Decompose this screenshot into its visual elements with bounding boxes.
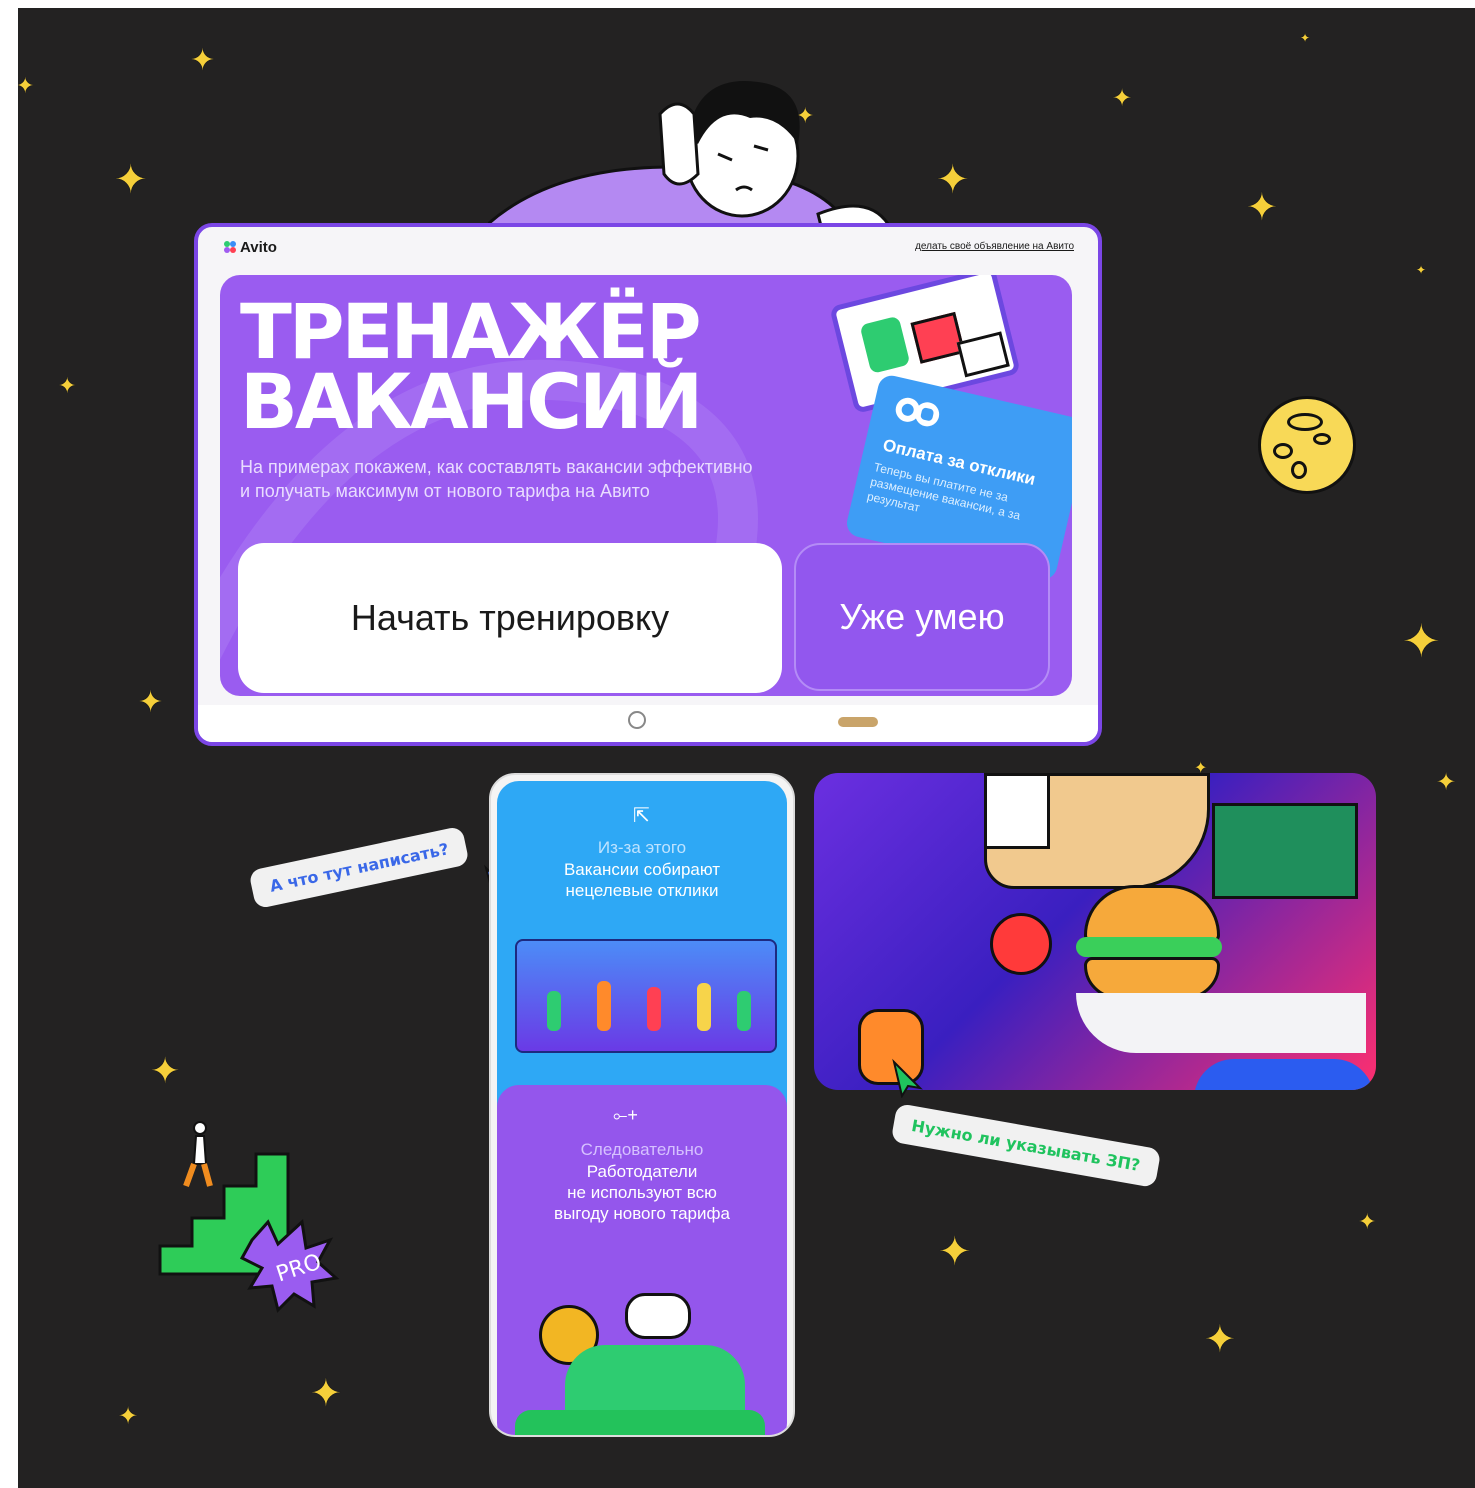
star-icon: ✦	[1300, 31, 1311, 45]
star-icon: ✦	[938, 1229, 972, 1275]
star-icon: ✦	[18, 74, 35, 99]
phone-mockup: ⇱ Из-за этого Вакансии собирают нецелевы…	[489, 773, 795, 1437]
question-bubble-blue: А что тут написать?	[248, 825, 471, 910]
page-title: ТРЕНАЖЁР ВАКАНСИЙ	[240, 287, 703, 446]
phone-green-footer	[515, 1410, 765, 1435]
question-bubble-green: Нужно ли указывать ЗП?	[890, 1103, 1161, 1188]
post-ad-link[interactable]: делать своё объявление на Авито	[915, 241, 1074, 252]
start-training-button[interactable]: Начать тренировку	[238, 543, 782, 693]
moon-icon	[1258, 396, 1356, 494]
avito-landing-card: Avito делать своё объявление на Авито ТР…	[194, 223, 1102, 746]
star-icon: ✦	[1246, 185, 1278, 229]
star-icon: ✦	[1204, 1317, 1236, 1361]
phone-top-text: Вакансии собирают нецелевые отклики	[563, 860, 721, 900]
phone-blue-section: ⇱ Из-за этого Вакансии собирают нецелевы…	[497, 781, 787, 1111]
star-icon: ✦	[1402, 614, 1441, 668]
phone-bottom-caption: Следовательно	[580, 1140, 704, 1159]
star-icon: ✦	[1436, 768, 1457, 796]
phone-top-caption: Из-за этого	[597, 838, 687, 857]
star-icon: ✦	[138, 685, 164, 720]
arrow-plus-icon: ⟜+	[613, 1105, 638, 1125]
star-icon: ✦	[1358, 1210, 1377, 1235]
star-icon: ✦	[1112, 84, 1133, 112]
star-icon: ✦	[114, 157, 148, 203]
star-icon: ✦	[936, 157, 970, 203]
star-icon: ✦	[58, 374, 77, 399]
avito-logo[interactable]: Avito	[224, 239, 277, 256]
next-section-peek	[198, 705, 1098, 742]
dark-background: ✦ ✦ ✦ ✦ ✦ ✦ ✦ ✦ ✦ ✦ ✦ ✦ ✦ ✦ ✦ ✦ ✦ ✦ ✦ ✦	[18, 8, 1475, 1488]
binoculars-illustration	[525, 1245, 761, 1425]
phone-bottom-text: Работодатели не используют всю выгоду но…	[554, 1162, 730, 1223]
cursor-icon: ⇱	[633, 805, 650, 827]
hero-banner: ТРЕНАЖЁР ВАКАНСИЙ На примерах покажем, к…	[220, 275, 1072, 696]
career-stairs-illustration	[158, 1121, 340, 1313]
page-subtitle: На примерах покажем, как составлять вака…	[240, 457, 753, 501]
star-icon: ✦	[118, 1402, 139, 1430]
cursor-icon	[892, 1058, 923, 1098]
crowd-illustration	[515, 939, 777, 1053]
star-icon: ✦	[150, 1051, 181, 1092]
burger-chef-illustration	[814, 773, 1376, 1090]
coins-icon	[892, 393, 942, 432]
phone-purple-section: ⟜+ Следовательно Работодатели не использ…	[497, 1085, 787, 1435]
top-bar: Avito делать своё объявление на Авито	[198, 227, 1098, 267]
star-icon: ✦	[310, 1371, 342, 1415]
avito-logo-icon	[224, 241, 238, 253]
star-icon: ✦	[190, 43, 216, 78]
already-know-button[interactable]: Уже умею	[794, 543, 1050, 691]
star-icon: ✦	[1416, 263, 1427, 277]
avito-logo-text: Avito	[240, 239, 277, 256]
